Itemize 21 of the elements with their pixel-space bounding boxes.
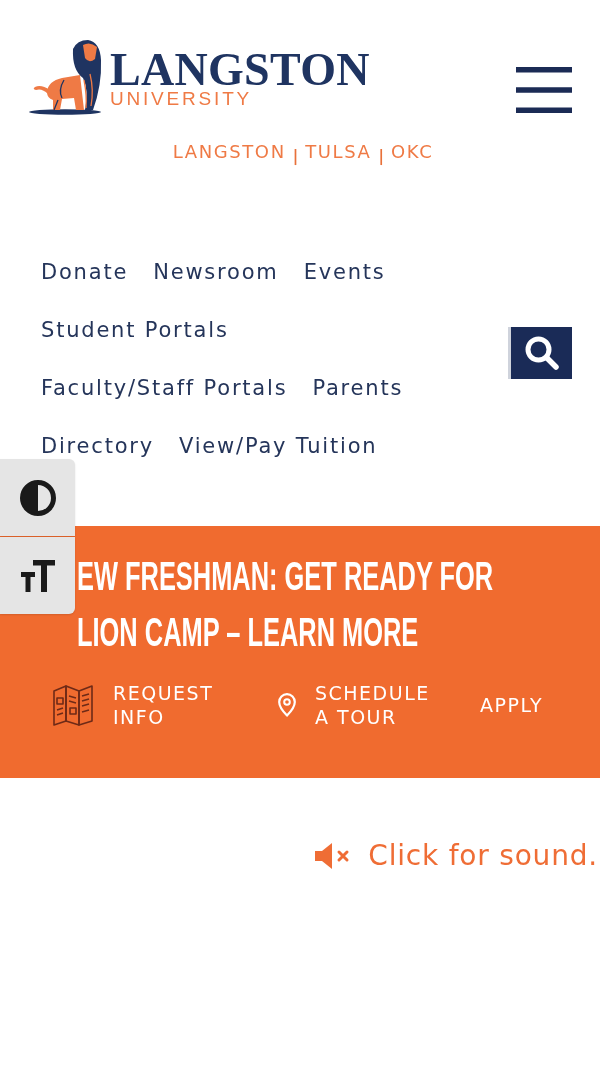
separator: | [378, 146, 384, 167]
nav-link[interactable]: View/Pay Tuition [179, 433, 378, 459]
text-size-button[interactable] [0, 537, 75, 614]
search-icon [524, 336, 559, 370]
lion-icon [28, 40, 102, 115]
nav-link[interactable]: Parents [312, 375, 404, 401]
nav-link[interactable]: Faculty/Staff Portals [41, 375, 288, 401]
folded-map-icon [53, 684, 93, 726]
search-button[interactable] [508, 327, 572, 379]
nav-link[interactable]: Donate [41, 259, 129, 285]
nav-link[interactable]: Student Portals [41, 317, 229, 343]
location-pin-icon [278, 693, 296, 717]
contrast-button[interactable] [0, 459, 75, 536]
menu-button[interactable] [516, 67, 572, 113]
nav-link[interactable]: Newsroom [153, 259, 279, 285]
text-size-icon [20, 559, 55, 592]
menu-icon [516, 67, 572, 113]
nav-link[interactable]: Events [303, 259, 386, 285]
nav-link[interactable]: Directory [41, 433, 154, 459]
separator: | [292, 146, 299, 167]
contrast-icon [19, 479, 56, 516]
